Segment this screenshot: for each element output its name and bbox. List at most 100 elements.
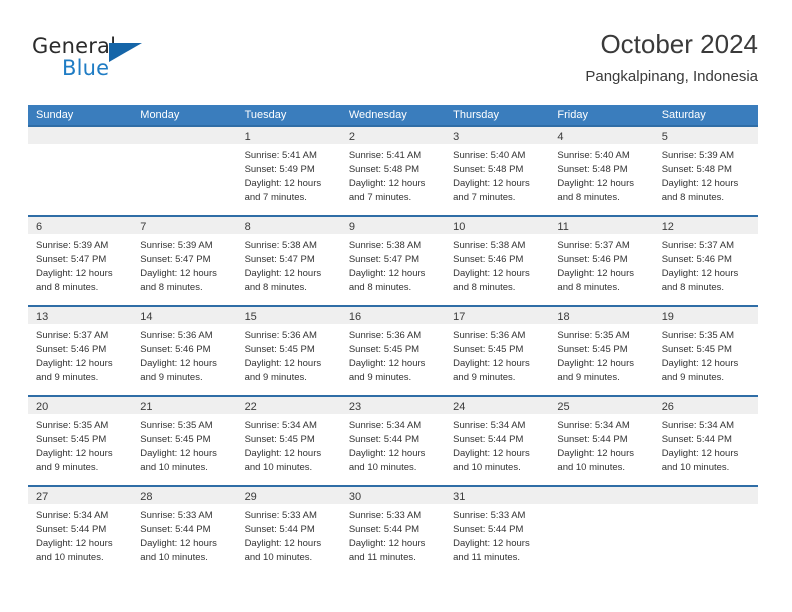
calendar-day-cell-12[interactable]: 12 Sunrise: 5:37 AM Sunset: 5:46 PM Dayl… bbox=[653, 215, 758, 305]
day-number: 12 bbox=[661, 221, 674, 233]
sunset-text: Sunset: 5:45 PM bbox=[244, 434, 315, 445]
day-details: Sunrise: 5:33 AM Sunset: 5:44 PM Dayligh… bbox=[237, 504, 341, 565]
daylight-text-line2: and 9 minutes. bbox=[453, 372, 516, 383]
calendar-day-cell-15[interactable]: 15 Sunrise: 5:36 AM Sunset: 5:45 PM Dayl… bbox=[236, 305, 341, 395]
day-number: 20 bbox=[36, 401, 49, 413]
day-number-bar: 4 bbox=[549, 127, 654, 144]
daylight-text-line1: Daylight: 12 hours bbox=[557, 268, 634, 279]
calendar-day-cell-11[interactable]: 11 Sunrise: 5:37 AM Sunset: 5:46 PM Dayl… bbox=[549, 215, 654, 305]
sunrise-text: Sunrise: 5:40 AM bbox=[557, 150, 630, 161]
calendar-day-cell-7[interactable]: 7 Sunrise: 5:39 AM Sunset: 5:47 PM Dayli… bbox=[132, 215, 237, 305]
calendar-day-cell-1[interactable]: 1 Sunrise: 5:41 AM Sunset: 5:49 PM Dayli… bbox=[236, 125, 341, 215]
calendar-day-cell-29[interactable]: 29 Sunrise: 5:33 AM Sunset: 5:44 PM Dayl… bbox=[236, 485, 341, 575]
sunset-text: Sunset: 5:47 PM bbox=[348, 254, 420, 265]
day-number-bar bbox=[549, 487, 654, 504]
calendar-day-cell-8[interactable]: 8 Sunrise: 5:38 AM Sunset: 5:47 PM Dayli… bbox=[236, 215, 341, 305]
logo-text-blue: Blue bbox=[62, 56, 110, 80]
day-number-bar: 22 bbox=[236, 397, 341, 414]
daylight-text-line1: Daylight: 12 hours bbox=[140, 358, 217, 369]
sunset-text: Sunset: 5:47 PM bbox=[244, 254, 315, 265]
daylight-text-line2: and 9 minutes. bbox=[557, 372, 620, 383]
daylight-text-line2: and 8 minutes. bbox=[557, 282, 620, 293]
general-blue-logo[interactable]: General Blue bbox=[32, 34, 212, 90]
sunset-text: Sunset: 5:44 PM bbox=[453, 434, 524, 445]
calendar-day-cell-10[interactable]: 10 Sunrise: 5:38 AM Sunset: 5:46 PM Dayl… bbox=[445, 215, 550, 305]
weekday-header-monday: Monday bbox=[140, 109, 180, 121]
daylight-text-line1: Daylight: 12 hours bbox=[348, 178, 426, 189]
daylight-text-line1: Daylight: 12 hours bbox=[36, 448, 113, 459]
day-details: Sunrise: 5:38 AM Sunset: 5:47 PM Dayligh… bbox=[237, 234, 341, 295]
logo-text-general: General bbox=[32, 34, 117, 58]
daylight-text-line2: and 7 minutes. bbox=[348, 192, 412, 203]
calendar-day-cell-6[interactable]: 6 Sunrise: 5:39 AM Sunset: 5:47 PM Dayli… bbox=[28, 215, 133, 305]
day-number: 23 bbox=[348, 401, 362, 413]
sunrise-text: Sunrise: 5:41 AM bbox=[244, 150, 317, 161]
sunset-text: Sunset: 5:45 PM bbox=[453, 344, 524, 355]
sunrise-text: Sunrise: 5:33 AM bbox=[244, 510, 317, 521]
day-number-bar: 10 bbox=[445, 217, 550, 234]
calendar-day-cell-3[interactable]: 3 Sunrise: 5:40 AM Sunset: 5:48 PM Dayli… bbox=[445, 125, 550, 215]
calendar-day-cell-21[interactable]: 21 Sunrise: 5:35 AM Sunset: 5:45 PM Dayl… bbox=[132, 395, 237, 485]
calendar-day-cell-23[interactable]: 23 Sunrise: 5:34 AM Sunset: 5:44 PM Dayl… bbox=[340, 395, 446, 485]
calendar-day-cell-24[interactable]: 24 Sunrise: 5:34 AM Sunset: 5:44 PM Dayl… bbox=[445, 395, 550, 485]
day-number: 5 bbox=[661, 131, 668, 143]
calendar-day-cell-4[interactable]: 4 Sunrise: 5:40 AM Sunset: 5:48 PM Dayli… bbox=[549, 125, 654, 215]
day-number-bar: 28 bbox=[132, 487, 237, 504]
daylight-text-line1: Daylight: 12 hours bbox=[453, 538, 530, 549]
sunrise-text: Sunrise: 5:37 AM bbox=[557, 240, 630, 251]
calendar-day-cell-2[interactable]: 2 Sunrise: 5:41 AM Sunset: 5:48 PM Dayli… bbox=[340, 125, 446, 215]
calendar-day-cell-17[interactable]: 17 Sunrise: 5:36 AM Sunset: 5:45 PM Dayl… bbox=[445, 305, 550, 395]
daylight-text-line1: Daylight: 12 hours bbox=[140, 538, 217, 549]
sunset-text: Sunset: 5:44 PM bbox=[557, 434, 628, 445]
daylight-text-line2: and 8 minutes. bbox=[348, 282, 412, 293]
sunset-text: Sunset: 5:46 PM bbox=[36, 344, 107, 355]
calendar-day-cell-13[interactable]: 13 Sunrise: 5:37 AM Sunset: 5:46 PM Dayl… bbox=[28, 305, 133, 395]
calendar-day-cell-18[interactable]: 18 Sunrise: 5:35 AM Sunset: 5:45 PM Dayl… bbox=[549, 305, 654, 395]
day-number-bar: 12 bbox=[653, 217, 758, 234]
daylight-text-line2: and 9 minutes. bbox=[244, 372, 307, 383]
day-number-bar: 30 bbox=[340, 487, 446, 504]
day-number: 21 bbox=[140, 401, 153, 413]
sunset-text: Sunset: 5:44 PM bbox=[348, 524, 420, 535]
daylight-text-line1: Daylight: 12 hours bbox=[453, 358, 530, 369]
day-details bbox=[549, 504, 653, 509]
day-details: Sunrise: 5:39 AM Sunset: 5:47 PM Dayligh… bbox=[28, 234, 132, 295]
sunrise-text: Sunrise: 5:38 AM bbox=[453, 240, 526, 251]
calendar-day-cell-31[interactable]: 31 Sunrise: 5:33 AM Sunset: 5:44 PM Dayl… bbox=[445, 485, 550, 575]
calendar-day-cell-27[interactable]: 27 Sunrise: 5:34 AM Sunset: 5:44 PM Dayl… bbox=[28, 485, 133, 575]
day-number: 11 bbox=[557, 221, 569, 233]
day-number: 17 bbox=[453, 311, 466, 323]
sunrise-text: Sunrise: 5:36 AM bbox=[453, 330, 526, 341]
daylight-text-line2: and 8 minutes. bbox=[453, 282, 516, 293]
day-details: Sunrise: 5:38 AM Sunset: 5:46 PM Dayligh… bbox=[445, 234, 549, 295]
calendar-week-row-3: 13 Sunrise: 5:37 AM Sunset: 5:46 PM Dayl… bbox=[28, 305, 758, 395]
daylight-text-line2: and 10 minutes. bbox=[140, 462, 208, 473]
sunset-text: Sunset: 5:46 PM bbox=[140, 344, 211, 355]
day-number: 3 bbox=[453, 131, 460, 143]
daylight-text-line1: Daylight: 12 hours bbox=[661, 178, 739, 189]
sunrise-text: Sunrise: 5:35 AM bbox=[36, 420, 109, 431]
calendar-day-cell-22[interactable]: 22 Sunrise: 5:34 AM Sunset: 5:45 PM Dayl… bbox=[236, 395, 341, 485]
calendar-day-cell-19[interactable]: 19 Sunrise: 5:35 AM Sunset: 5:45 PM Dayl… bbox=[653, 305, 758, 395]
calendar-day-cell-20[interactable]: 20 Sunrise: 5:35 AM Sunset: 5:45 PM Dayl… bbox=[28, 395, 133, 485]
calendar-day-cell-30[interactable]: 30 Sunrise: 5:33 AM Sunset: 5:44 PM Dayl… bbox=[340, 485, 446, 575]
day-number: 2 bbox=[348, 131, 355, 143]
sunset-text: Sunset: 5:45 PM bbox=[348, 344, 420, 355]
calendar-day-cell-14[interactable]: 14 Sunrise: 5:36 AM Sunset: 5:46 PM Dayl… bbox=[132, 305, 237, 395]
day-number: 4 bbox=[557, 131, 564, 143]
title-block: October 2024 Pangkalpinang, Indonesia bbox=[585, 28, 758, 86]
day-number: 28 bbox=[140, 491, 153, 503]
day-details: Sunrise: 5:36 AM Sunset: 5:46 PM Dayligh… bbox=[132, 324, 236, 385]
day-details: Sunrise: 5:33 AM Sunset: 5:44 PM Dayligh… bbox=[445, 504, 549, 565]
daylight-text-line1: Daylight: 12 hours bbox=[453, 268, 530, 279]
calendar-day-cell-25[interactable]: 25 Sunrise: 5:34 AM Sunset: 5:44 PM Dayl… bbox=[549, 395, 654, 485]
calendar-day-cell-9[interactable]: 9 Sunrise: 5:38 AM Sunset: 5:47 PM Dayli… bbox=[340, 215, 446, 305]
daylight-text-line2: and 8 minutes. bbox=[140, 282, 203, 293]
day-details: Sunrise: 5:36 AM Sunset: 5:45 PM Dayligh… bbox=[445, 324, 549, 385]
calendar-day-cell-16[interactable]: 16 Sunrise: 5:36 AM Sunset: 5:45 PM Dayl… bbox=[340, 305, 446, 395]
calendar-day-cell-26[interactable]: 26 Sunrise: 5:34 AM Sunset: 5:44 PM Dayl… bbox=[653, 395, 758, 485]
day-details: Sunrise: 5:37 AM Sunset: 5:46 PM Dayligh… bbox=[549, 234, 653, 295]
sunrise-text: Sunrise: 5:33 AM bbox=[453, 510, 526, 521]
calendar-day-cell-5[interactable]: 5 Sunrise: 5:39 AM Sunset: 5:48 PM Dayli… bbox=[653, 125, 758, 215]
calendar-day-cell-28[interactable]: 28 Sunrise: 5:33 AM Sunset: 5:44 PM Dayl… bbox=[132, 485, 237, 575]
